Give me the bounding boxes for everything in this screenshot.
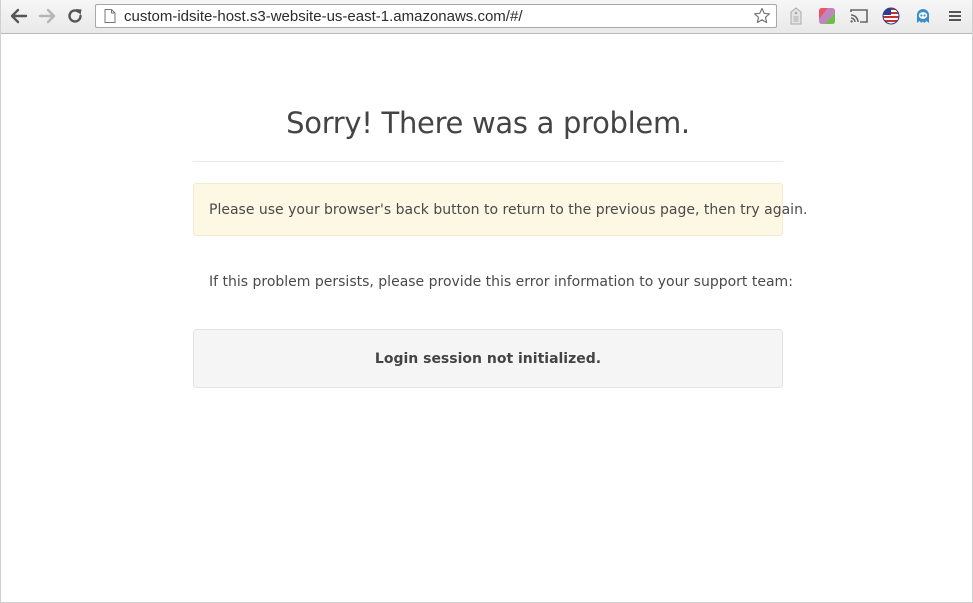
flag-globe-icon[interactable] [881,6,901,26]
reload-button[interactable] [64,5,86,27]
warning-text: Please use your browser's back button to… [209,201,808,218]
error-message: Login session not initialized. [374,350,602,367]
ghostery-icon[interactable] [913,6,933,26]
colorful-square-icon[interactable] [817,6,837,26]
extension-tag-icon[interactable] [786,6,806,26]
title-divider [193,161,783,162]
url-text[interactable]: custom-idsite-host.s3-website-us-east-1.… [124,8,752,25]
warning-alert: Please use your browser's back button to… [193,183,807,236]
forward-arrow-icon [38,8,56,24]
cast-icon[interactable] [849,6,869,26]
persist-message: If this problem persists, please provide… [209,274,793,290]
browser-window: custom-idsite-host.s3-website-us-east-1.… [0,0,973,603]
reload-icon [68,9,82,23]
forward-button[interactable] [36,5,58,27]
page-content: Sorry! There was a problem. Please use y… [1,34,972,602]
address-bar[interactable]: custom-idsite-host.s3-website-us-east-1.… [95,4,777,28]
back-button[interactable] [8,5,30,27]
page-title: Sorry! There was a problem. [286,106,690,140]
back-arrow-icon [10,8,28,24]
hamburger-menu-icon[interactable] [945,6,965,26]
browser-toolbar: custom-idsite-host.s3-website-us-east-1.… [1,0,972,34]
error-info-box: Login session not initialized. [193,329,783,388]
bookmark-star-icon[interactable] [752,6,772,26]
page-icon [102,8,118,24]
